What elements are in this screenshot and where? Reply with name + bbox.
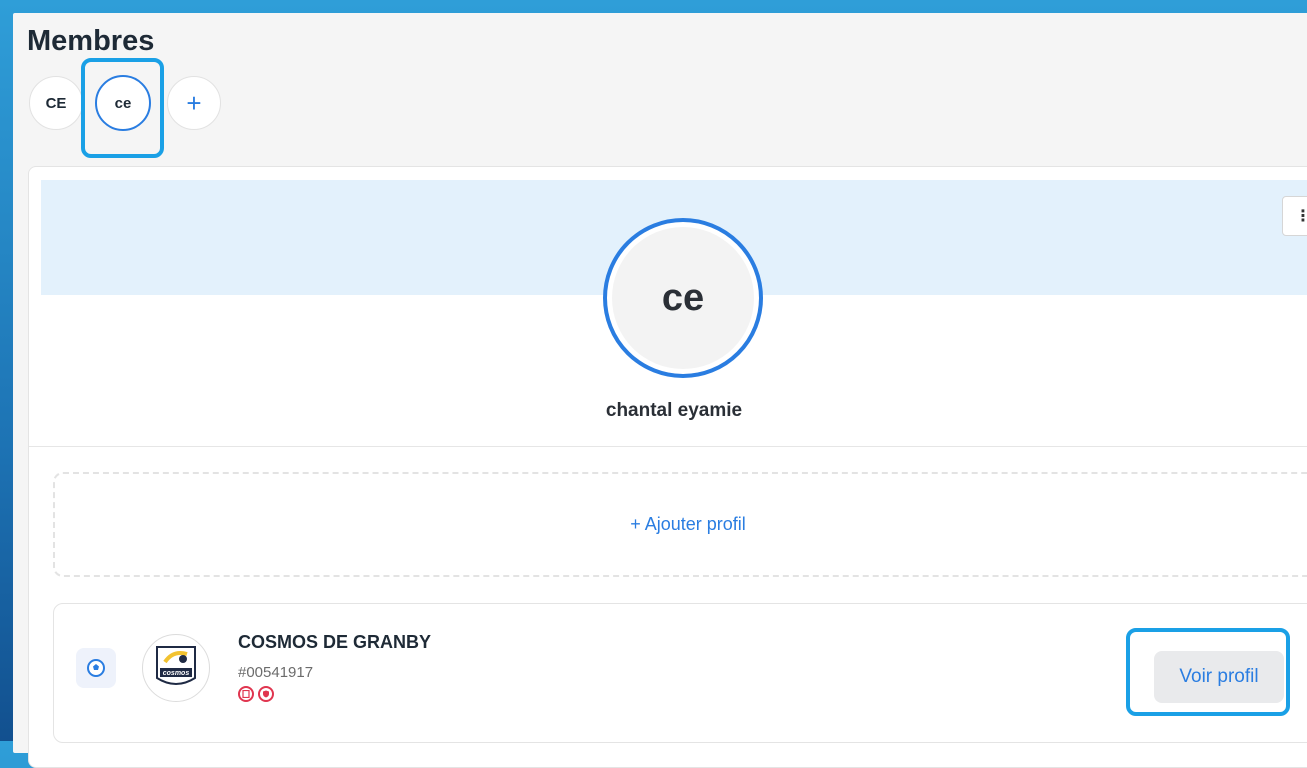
view-profile-highlight	[1126, 628, 1290, 716]
member-card: ⋮ ce chantal eyamie + Ajouter profil cos…	[28, 166, 1307, 768]
divider	[29, 446, 1307, 447]
selected-member-highlight	[81, 58, 164, 158]
club-name: COSMOS DE GRANBY	[238, 632, 432, 652]
member-name: chantal eyamie	[605, 400, 743, 421]
add-profile-button[interactable]: + Ajouter profil	[53, 472, 1307, 577]
status-icons	[238, 686, 274, 702]
member-avatar: ce	[603, 218, 763, 378]
logo-text: cosmos	[163, 670, 190, 677]
page-title: Membres	[27, 25, 155, 57]
member-chip-ce-upper[interactable]: CE	[29, 76, 83, 130]
shield-icon	[258, 686, 274, 702]
document-icon	[238, 686, 254, 702]
kebab-icon: ⋮	[1295, 208, 1307, 225]
more-options-button[interactable]: ⋮	[1282, 196, 1307, 236]
add-member-button[interactable]: +	[167, 76, 221, 130]
profile-row: cosmos COSMOS DE GRANBY #00541917 Voir p…	[53, 603, 1307, 743]
club-id: #00541917	[238, 664, 314, 681]
soccer-ball-icon	[76, 648, 116, 688]
club-logo: cosmos	[142, 634, 210, 702]
members-panel: Membres CE ce + ⋮ ce chantal eyamie + Aj…	[13, 13, 1307, 768]
